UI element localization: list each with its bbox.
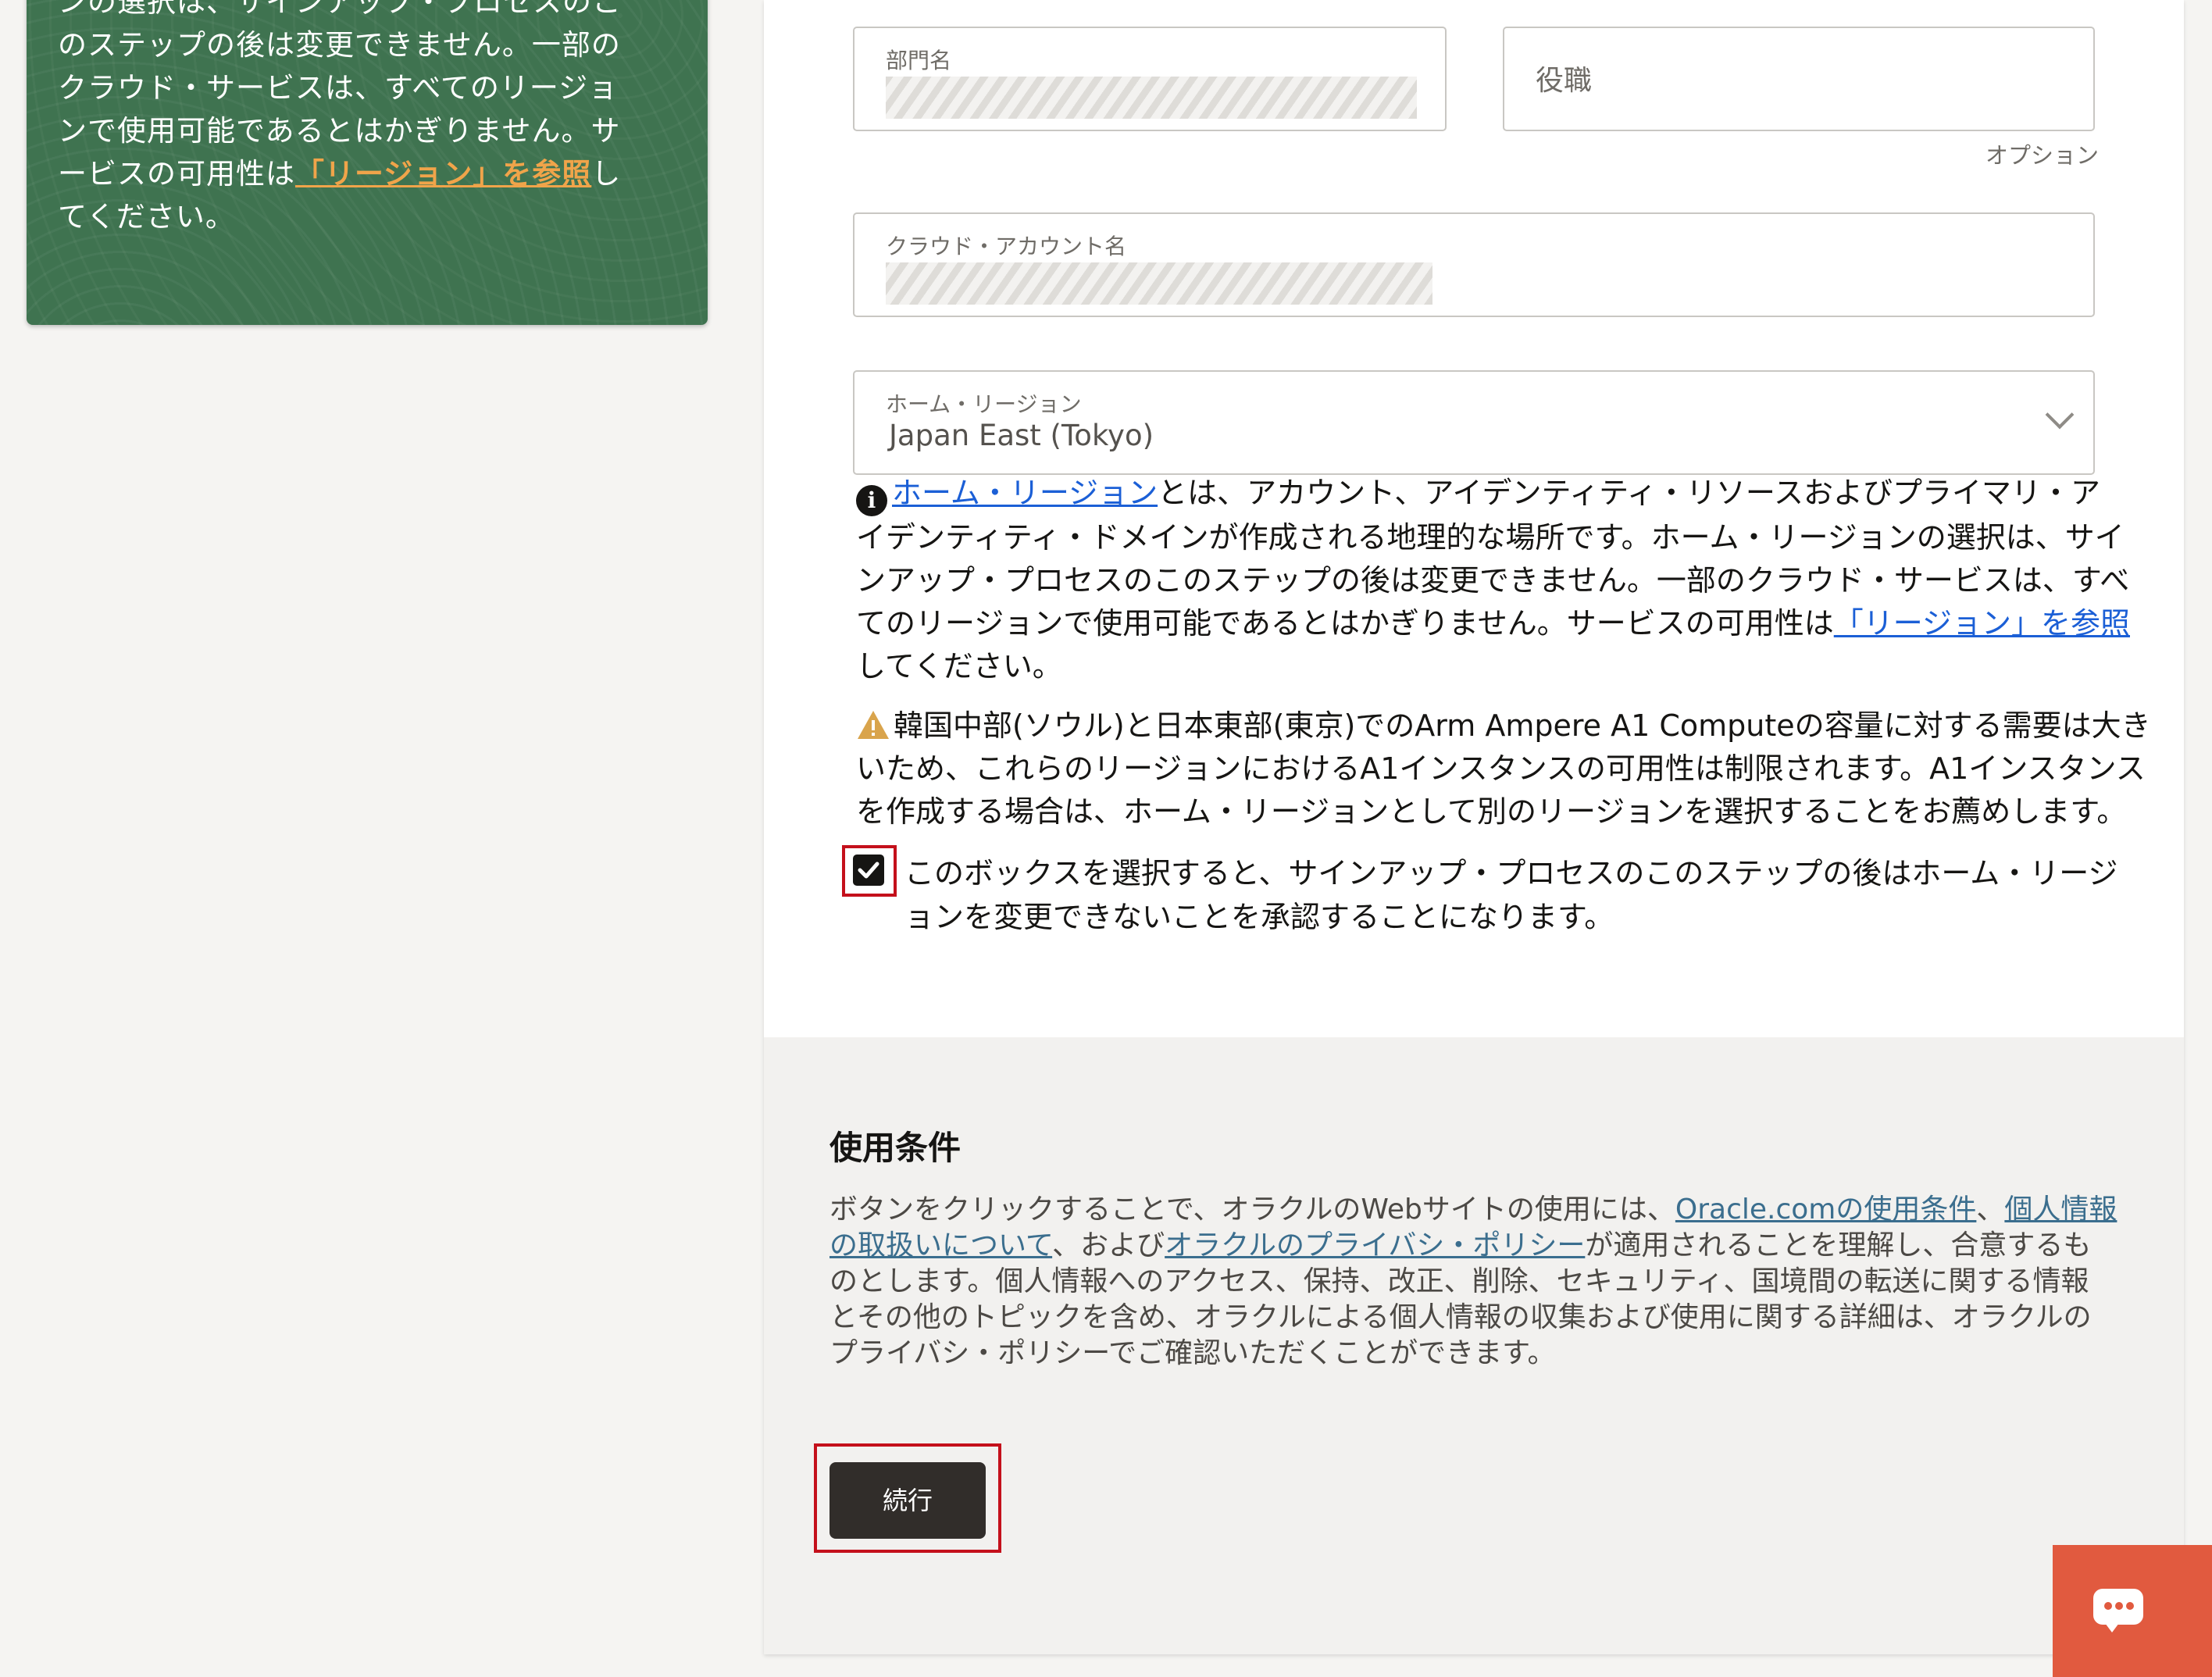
- sidebar-line-6: てください。: [58, 200, 235, 234]
- info-line-2: イデンティティ・ドメインが作成される地理的な場所です。ホーム・リージョンの選択は…: [856, 520, 2125, 555]
- terms-line-1: ボタンをクリックすることで、オラクルのWebサイトの使用には、Oracle.co…: [830, 1192, 2126, 1228]
- sidebar-line-5: ービスの可用性は「リージョン」を参照し: [58, 152, 651, 195]
- sidebar-line-5-suffix: し: [591, 157, 622, 191]
- info-line-5: してください。: [856, 649, 1062, 683]
- info-line-3: ンアップ・プロセスのこのステップの後は変更できません。一部のクラウド・サービスは…: [856, 563, 2130, 598]
- privacy-info-link[interactable]: 個人情報: [2004, 1194, 2117, 1226]
- sidebar-regions-link[interactable]: 「リージョン」を参照: [295, 157, 591, 191]
- cloud-account-name-field[interactable]: クラウド・アカウント名: [853, 212, 2095, 317]
- terms-line-5: プライバシ・ポリシーでご確認いただくことができます。: [830, 1337, 1556, 1369]
- sidebar-line-2: のステップの後は変更できません。一部の: [58, 28, 621, 62]
- info-line-1: i ホーム・リージョンとは、アカウント、アイデンティティ・リソースおよびプライマリ…: [856, 472, 2106, 516]
- home-region-value: Japan East (Tokyo): [889, 419, 1154, 452]
- privacy-info-link-cont[interactable]: の取扱いについて: [830, 1229, 1052, 1261]
- info-icon: i: [856, 485, 887, 516]
- region-info-card-text: ンの選択は、サインアップ・プロセスのこ のステップの後は変更できません。一部の …: [58, 0, 651, 238]
- home-region-link[interactable]: ホーム・リージョン: [892, 476, 1158, 510]
- sidebar-line-5-prefix: ービスの可用性は: [58, 157, 295, 191]
- terms-line-2: の取扱いについて、およびオラクルのプライバシ・ポリシーが適用されることを理解し、…: [830, 1228, 2126, 1264]
- info-line-1-rest: とは、アカウント、アイデンティティ・リソースおよびプライマリ・ア: [1158, 476, 2100, 510]
- masked-value: [886, 77, 1417, 119]
- warning-line-1: 韓国中部(ソウル)と日本東部(東京)でのArm Ampere A1 Comput…: [856, 705, 2151, 748]
- continue-button[interactable]: 続行: [830, 1462, 986, 1539]
- home-region-label: ホーム・リージョン: [886, 391, 1082, 417]
- privacy-policy-link[interactable]: オラクルのプライバシ・ポリシー: [1165, 1229, 1585, 1261]
- terms-line-4: とその他のトピックを含め、オラクルによる個人情報の収集および使用に関する詳細は、…: [830, 1301, 2092, 1333]
- sidebar-line-1: ンの選択は、サインアップ・プロセスのこ: [58, 0, 622, 19]
- acknowledge-line-2: ョンを変更できないことを承認することになります。: [904, 900, 1614, 934]
- regions-link[interactable]: 「リージョン」を参照: [1834, 606, 2130, 640]
- terms-line-3: のとします。個人情報へのアクセス、保持、改正、削除、セキュリティ、国境間の転送に…: [830, 1265, 2089, 1297]
- terms-line-1-prefix: ボタンをクリックすることで、オラクルのWebサイトの使用には、: [830, 1194, 1675, 1226]
- sidebar-line-4: ンで使用可能であるとはかぎりません。サ: [58, 114, 621, 148]
- oracle-terms-link[interactable]: Oracle.comの使用条件: [1675, 1194, 1976, 1226]
- warning-icon: [858, 711, 889, 739]
- department-field[interactable]: 部門名: [853, 27, 1447, 131]
- sidebar-line-3: クラウド・サービスは、すべてのリージョ: [58, 71, 619, 105]
- acknowledge-checkbox[interactable]: [853, 855, 884, 886]
- warning-line-1-text: 韓国中部(ソウル)と日本東部(東京)でのArm Ampere A1 Comput…: [894, 708, 2151, 743]
- info-line-4: てのリージョンで使用可能であるとはかぎりません。サービスの可用性は「リージョン」…: [856, 602, 2130, 645]
- job-title-placeholder: 役職: [1536, 65, 1593, 97]
- job-title-field[interactable]: 役職: [1503, 27, 2095, 131]
- terms-line-2-mid: 、および: [1052, 1229, 1165, 1261]
- optional-label: オプション: [1985, 142, 2100, 169]
- cloud-account-name-label: クラウド・アカウント名: [886, 234, 1127, 259]
- a1-capacity-warning: 韓国中部(ソウル)と日本東部(東京)でのArm Ampere A1 Comput…: [856, 705, 2151, 833]
- acknowledge-line-1: このボックスを選択すると、サインアップ・プロセスのこのステップの後はホーム・リー…: [904, 856, 2118, 890]
- department-label: 部門名: [886, 48, 952, 73]
- home-region-select[interactable]: ホーム・リージョン Japan East (Tokyo): [853, 370, 2095, 475]
- chevron-down-icon[interactable]: [2045, 400, 2075, 430]
- terms-title: 使用条件: [830, 1129, 962, 1167]
- terms-line-2-suffix: が適用されることを理解し、合意するも: [1585, 1229, 2092, 1261]
- acknowledge-label: このボックスを選択すると、サインアップ・プロセスのこのステップの後はホーム・リー…: [904, 851, 2118, 939]
- warning-line-3: を作成する場合は、ホーム・リージョンとして別のリージョンを選択することをお薦めし…: [856, 794, 2127, 829]
- checkmark-icon: [858, 862, 879, 879]
- masked-value: [886, 262, 1432, 305]
- home-region-info: i ホーム・リージョンとは、アカウント、アイデンティティ・リソースおよびプライマリ…: [856, 472, 2130, 688]
- warning-line-2: いため、これらのリージョンにおけるA1インスタンスの可用性は制限されます。A1イ…: [856, 751, 2146, 786]
- info-line-4-prefix: てのリージョンで使用可能であるとはかぎりません。サービスの可用性は: [856, 606, 1834, 640]
- terms-separator: 、: [1976, 1194, 2005, 1226]
- chat-button[interactable]: [2053, 1545, 2212, 1677]
- terms-text: ボタンをクリックすることで、オラクルのWebサイトの使用には、Oracle.co…: [830, 1192, 2126, 1372]
